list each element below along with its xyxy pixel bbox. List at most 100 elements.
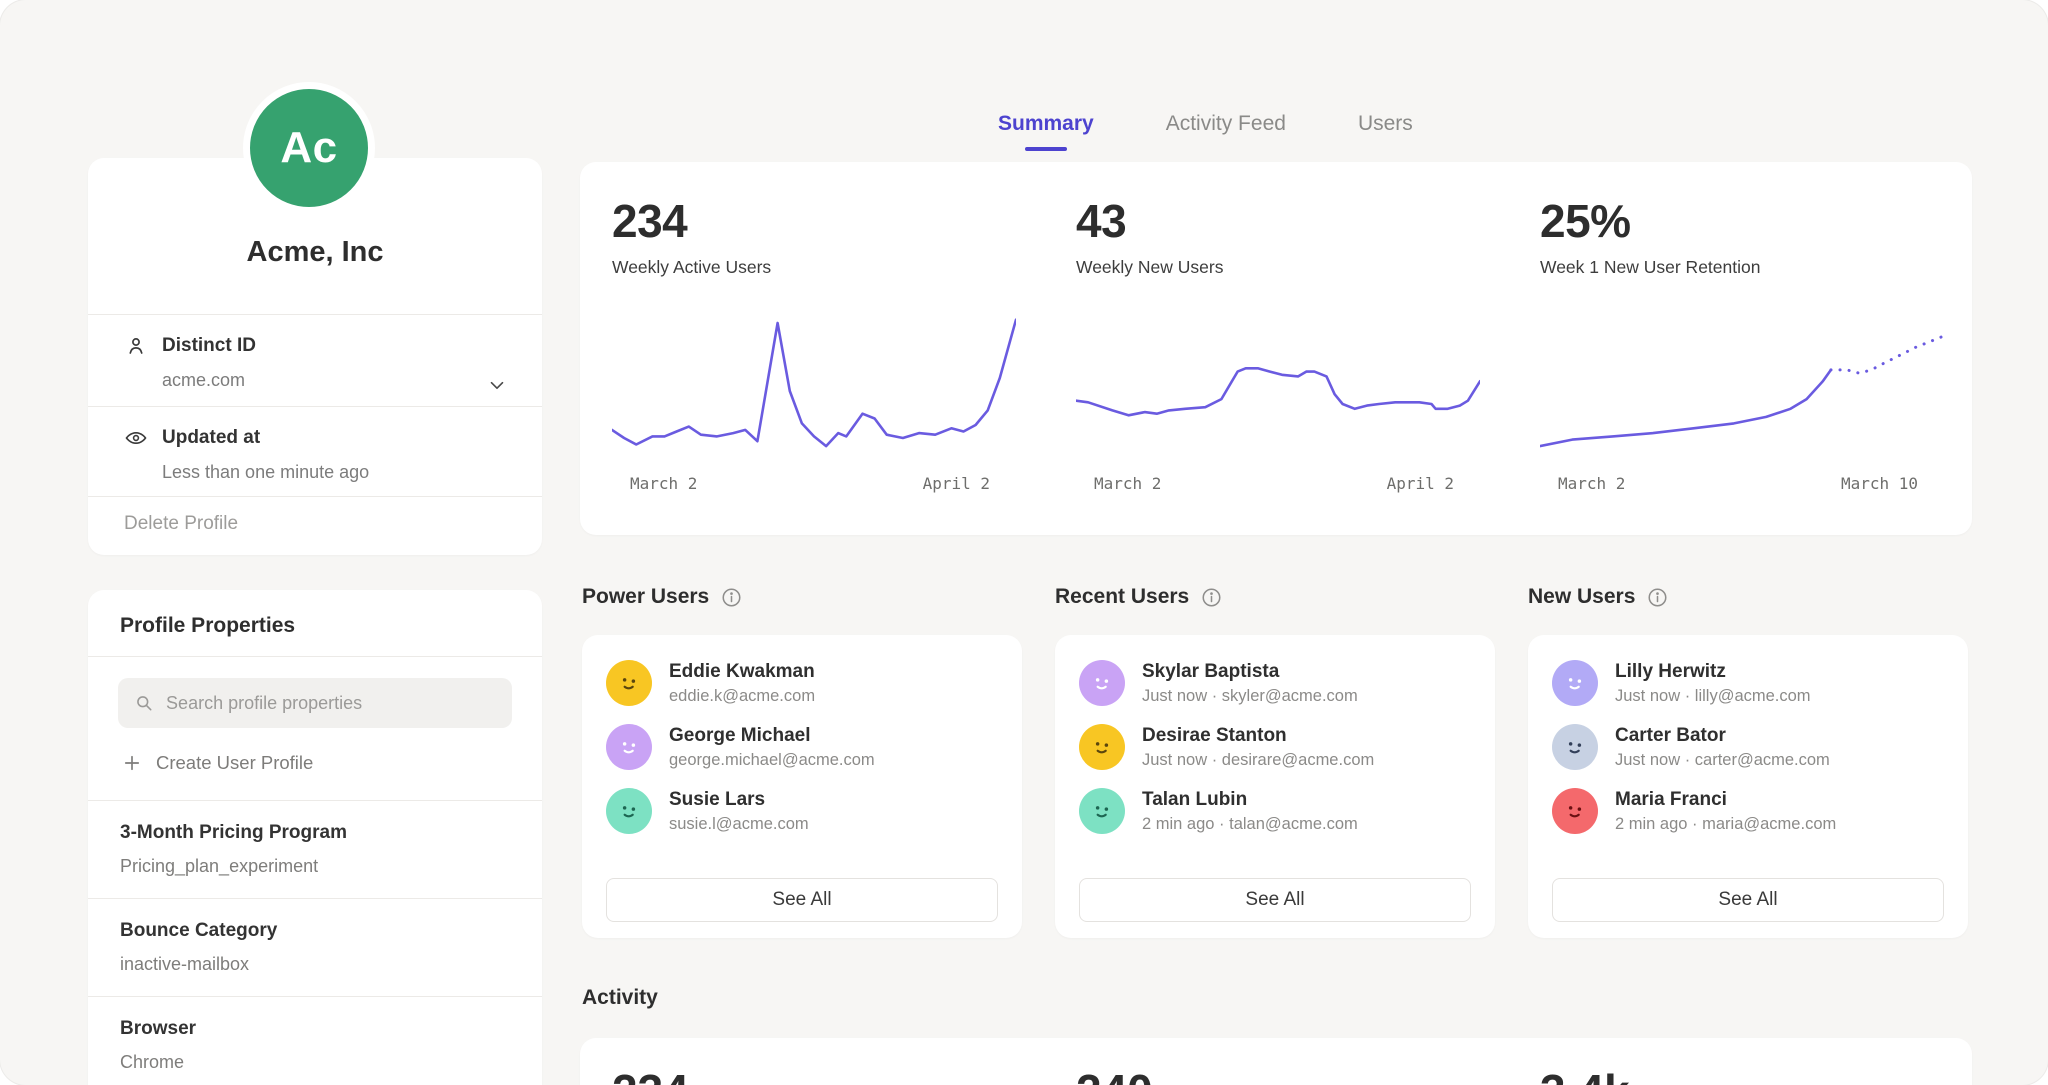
info-icon[interactable] — [720, 586, 743, 609]
see-all-button[interactable]: See All — [1552, 878, 1944, 922]
list-item[interactable]: Susie Lars susie.l@acme.com — [606, 788, 998, 834]
user-avatar — [606, 660, 652, 706]
property-label: Browser — [120, 1018, 510, 1040]
avatar-initials: Ac — [280, 123, 337, 173]
activity-section-title: Activity — [582, 986, 658, 1010]
x-tick: March 2 — [1558, 474, 1625, 493]
new-users-card: Lilly Herwitz Just now · lilly@acme.com … — [1528, 635, 1968, 938]
list-item[interactable]: Talan Lubin 2 min ago · talan@acme.com — [1079, 788, 1471, 834]
see-all-button[interactable]: See All — [606, 878, 998, 922]
list-item[interactable]: Eddie Kwakman eddie.k@acme.com — [606, 660, 998, 706]
user-detail: Just now · desirare@acme.com — [1142, 751, 1374, 770]
field-value: Less than one minute ago — [124, 462, 512, 483]
user-name: Susie Lars — [669, 789, 809, 811]
property-row: Bounce Category inactive-mailbox — [120, 920, 510, 975]
list-item[interactable]: George Michael george.michael@acme.com — [606, 724, 998, 770]
user-name: George Michael — [669, 725, 875, 747]
plus-icon — [122, 753, 142, 773]
user-name: Desirae Stanton — [1142, 725, 1374, 747]
user-name: Lilly Herwitz — [1615, 661, 1811, 683]
company-avatar: Ac — [243, 82, 375, 214]
week1-retention-chart — [1540, 310, 1944, 472]
distinct-id-row[interactable]: Distinct ID acme.com — [124, 334, 512, 391]
stat-weekly-new-users: 43 Weekly New Users March 2 April 2 — [1044, 162, 1508, 535]
user-avatar — [606, 788, 652, 834]
property-value: inactive-mailbox — [120, 954, 510, 975]
property-label: 3-Month Pricing Program — [120, 822, 510, 844]
user-avatar — [1552, 660, 1598, 706]
x-tick: March 2 — [1094, 474, 1161, 493]
face-icon — [614, 732, 644, 762]
activity-stat: 240 — [1076, 1064, 1153, 1085]
user-detail: susie.l@acme.com — [669, 815, 809, 834]
user-avatar — [1552, 724, 1598, 770]
user-name: Skylar Baptista — [1142, 661, 1358, 683]
tab-users[interactable]: Users — [1358, 112, 1413, 151]
stat-value: 234 — [612, 194, 1016, 248]
user-avatar — [606, 724, 652, 770]
face-icon — [1560, 796, 1590, 826]
user-detail: 2 min ago · talan@acme.com — [1142, 815, 1358, 834]
user-detail: eddie.k@acme.com — [669, 687, 815, 706]
power-users-header: Power Users — [582, 585, 743, 609]
x-tick: March 10 — [1841, 474, 1918, 493]
property-value: Pricing_plan_experiment — [120, 856, 510, 877]
list-item[interactable]: Skylar Baptista Just now · skyler@acme.c… — [1079, 660, 1471, 706]
user-name: Eddie Kwakman — [669, 661, 815, 683]
property-row: Browser Chrome — [120, 1018, 510, 1073]
activity-card: 234 240 3.4k — [580, 1038, 1972, 1085]
face-icon — [614, 796, 644, 826]
tab-activity-feed[interactable]: Activity Feed — [1166, 112, 1286, 151]
list-item[interactable]: Lilly Herwitz Just now · lilly@acme.com — [1552, 660, 1944, 706]
user-name: Talan Lubin — [1142, 789, 1358, 811]
face-icon — [1560, 732, 1590, 762]
recent-users-header: Recent Users — [1055, 585, 1223, 609]
new-users-header: New Users — [1528, 585, 1669, 609]
user-name: Maria Franci — [1615, 789, 1836, 811]
person-icon — [124, 334, 148, 358]
stat-label: Week 1 New User Retention — [1540, 257, 1944, 278]
user-avatar — [1079, 660, 1125, 706]
list-item[interactable]: Maria Franci 2 min ago · maria@acme.com — [1552, 788, 1944, 834]
main-tabs: Summary Activity Feed Users — [998, 112, 1413, 151]
stat-label: Weekly New Users — [1076, 257, 1480, 278]
face-icon — [1560, 668, 1590, 698]
stat-label: Weekly Active Users — [612, 257, 1016, 278]
user-detail: 2 min ago · maria@acme.com — [1615, 815, 1836, 834]
search-input[interactable] — [166, 693, 496, 714]
user-detail: george.michael@acme.com — [669, 751, 875, 770]
list-item[interactable]: Carter Bator Just now · carter@acme.com — [1552, 724, 1944, 770]
summary-stats-card: 234 Weekly Active Users March 2 April 2 … — [580, 162, 1972, 535]
create-user-profile-button[interactable]: Create User Profile — [122, 752, 313, 774]
field-value: acme.com — [124, 370, 512, 391]
profile-summary-card: Acme, Inc Distinct ID acme.com Updated a… — [88, 158, 542, 555]
info-icon[interactable] — [1646, 586, 1669, 609]
active-tab-underline — [1025, 147, 1067, 151]
x-tick: April 2 — [1387, 474, 1454, 493]
info-icon[interactable] — [1200, 586, 1223, 609]
profile-properties-card: Profile Properties Create User Profile 3… — [88, 590, 542, 1085]
property-row: 3-Month Pricing Program Pricing_plan_exp… — [120, 822, 510, 877]
weekly-new-users-chart — [1076, 310, 1480, 472]
weekly-active-users-chart — [612, 310, 1016, 472]
user-avatar — [1079, 724, 1125, 770]
stat-value: 43 — [1076, 194, 1480, 248]
activity-stat: 3.4k — [1540, 1064, 1630, 1085]
property-label: Bounce Category — [120, 920, 510, 942]
company-name: Acme, Inc — [88, 236, 542, 269]
delete-profile-button[interactable]: Delete Profile — [124, 513, 238, 535]
user-avatar — [1079, 788, 1125, 834]
activity-stat: 234 — [612, 1064, 689, 1085]
eye-icon — [124, 426, 148, 450]
user-detail: Just now · skyler@acme.com — [1142, 687, 1358, 706]
tab-summary[interactable]: Summary — [998, 112, 1094, 151]
user-detail: Just now · lilly@acme.com — [1615, 687, 1811, 706]
search-icon — [134, 692, 154, 714]
chevron-down-icon[interactable] — [486, 374, 508, 396]
property-value: Chrome — [120, 1052, 510, 1073]
see-all-button[interactable]: See All — [1079, 878, 1471, 922]
search-profile-properties[interactable] — [118, 678, 512, 728]
stat-weekly-active-users: 234 Weekly Active Users March 2 April 2 — [580, 162, 1044, 535]
list-item[interactable]: Desirae Stanton Just now · desirare@acme… — [1079, 724, 1471, 770]
user-name: Carter Bator — [1615, 725, 1830, 747]
